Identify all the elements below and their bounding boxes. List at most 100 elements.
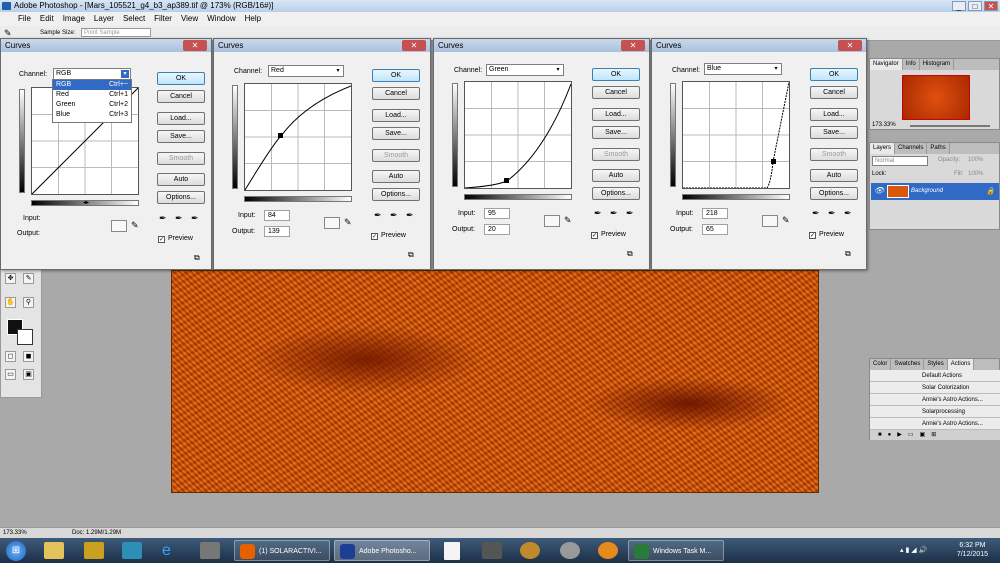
auto-button[interactable]: Auto — [157, 173, 205, 186]
white-eyedropper-icon[interactable]: ✒ — [406, 210, 414, 221]
output-field[interactable]: 65 — [702, 224, 728, 235]
zoom-slider[interactable] — [910, 125, 990, 127]
input-field[interactable]: 84 — [264, 210, 290, 221]
preview-checkbox[interactable]: ✓ — [809, 232, 816, 239]
channel-select[interactable]: Green ▾ — [486, 64, 564, 76]
brush-tool-icon[interactable]: ✎ — [23, 273, 34, 284]
dropdown-item-blue[interactable]: Blue Ctrl+3 — [53, 110, 131, 120]
zoom-tool-icon[interactable]: ⚲ — [23, 297, 34, 308]
move-tool-icon[interactable]: ✥ — [5, 273, 16, 284]
curve-mode-icon[interactable] — [324, 217, 340, 229]
ok-button[interactable]: OK — [157, 72, 205, 85]
dropdown-item-green[interactable]: Green Ctrl+2 — [53, 100, 131, 110]
gray-eyedropper-icon[interactable]: ✒ — [390, 210, 398, 221]
telescope-app-icon[interactable] — [482, 542, 502, 559]
dropdown-item-red[interactable]: Red Ctrl+1 — [53, 90, 131, 100]
taskbar-item-photoshop[interactable]: Adobe Photosho... — [334, 540, 430, 561]
action-set-row[interactable]: Annie's Astro Actions... — [870, 394, 1000, 406]
channel-select[interactable]: Blue ▾ — [704, 63, 782, 75]
options-button[interactable]: Options... — [592, 187, 640, 200]
menu-select[interactable]: Select — [123, 12, 145, 26]
internet-explorer-icon[interactable]: e — [162, 542, 182, 559]
hand-tool-icon[interactable]: ✋ — [5, 297, 16, 308]
menu-window[interactable]: Window — [207, 12, 235, 26]
film-app-icon[interactable] — [200, 542, 220, 559]
gray-eyedropper-icon[interactable]: ✒ — [175, 213, 183, 224]
pencil-icon[interactable]: ✎ — [131, 220, 139, 231]
output-field[interactable]: 20 — [484, 224, 510, 235]
curve-graph[interactable] — [464, 81, 572, 189]
channel-select[interactable]: Red ▾ — [268, 65, 344, 77]
ok-button[interactable]: OK — [592, 68, 640, 81]
background-color-swatch[interactable] — [17, 329, 33, 345]
menu-view[interactable]: View — [181, 12, 198, 26]
pencil-icon[interactable]: ✎ — [564, 215, 572, 226]
action-set-row[interactable]: Solarprocessing — [870, 406, 1000, 418]
save-button[interactable]: Save... — [372, 127, 420, 140]
load-button[interactable]: Load... — [810, 108, 858, 121]
smooth-button[interactable]: Smooth — [810, 148, 858, 161]
smooth-button[interactable]: Smooth — [372, 149, 420, 162]
standard-mode-icon[interactable]: ◼ — [23, 351, 34, 362]
smooth-button[interactable]: Smooth — [157, 152, 205, 165]
auto-button[interactable]: Auto — [592, 169, 640, 182]
tab-paths[interactable]: Paths — [927, 143, 950, 154]
action-set-row[interactable]: Annie's Astro Actions... — [870, 418, 1000, 430]
white-eyedropper-icon[interactable]: ✒ — [626, 208, 634, 219]
screen-mode-icon[interactable]: ▭ — [5, 369, 16, 380]
auto-button[interactable]: Auto — [372, 170, 420, 183]
save-button[interactable]: Save... — [592, 126, 640, 139]
preview-checkbox[interactable]: ✓ — [371, 233, 378, 240]
layer-row-background[interactable]: 👁 Background 🔒 — [871, 183, 999, 200]
explorer-icon[interactable] — [44, 542, 64, 559]
cancel-button[interactable]: Cancel — [157, 90, 205, 103]
load-button[interactable]: Load... — [157, 112, 205, 125]
cancel-button[interactable]: Cancel — [592, 86, 640, 99]
curve-graph[interactable] — [682, 81, 790, 189]
as2-app-icon[interactable] — [84, 542, 104, 559]
actions-toolbar[interactable]: ■●▶▭▣⊞ — [870, 430, 1000, 440]
menu-image[interactable]: Image — [63, 12, 85, 26]
tab-histogram[interactable]: Histogram — [920, 59, 955, 70]
tray-icons[interactable]: ▴ ▮ ◢ 🔊 — [900, 546, 927, 554]
maximize-button[interactable]: □ — [968, 1, 982, 11]
expand-icon[interactable]: ◂▸ — [83, 199, 89, 206]
black-eyedropper-icon[interactable]: ✒ — [594, 208, 602, 219]
tab-info[interactable]: Info — [903, 59, 920, 70]
minimize-button[interactable]: _ — [952, 1, 966, 11]
menu-file[interactable]: File — [18, 12, 31, 26]
close-icon[interactable]: ✕ — [183, 40, 207, 51]
sample-size-select[interactable]: Point Sample — [81, 27, 152, 37]
opacity-value[interactable]: 100% — [968, 157, 983, 163]
menu-help[interactable]: Help — [245, 12, 261, 26]
ok-button[interactable]: OK — [372, 69, 420, 82]
close-icon[interactable]: ✕ — [838, 40, 862, 51]
black-eyedropper-icon[interactable]: ✒ — [374, 210, 382, 221]
quickmask-icon[interactable]: ◻ — [5, 351, 16, 362]
curve-mode-icon[interactable] — [111, 220, 127, 232]
input-field[interactable]: 95 — [484, 208, 510, 219]
options-button[interactable]: Options... — [372, 188, 420, 201]
close-icon[interactable]: ✕ — [621, 40, 645, 51]
document-icon[interactable] — [444, 542, 460, 560]
load-button[interactable]: Load... — [592, 108, 640, 121]
options-button[interactable]: Options... — [810, 187, 858, 200]
taskbar-item-firefox[interactable]: (1) SOLARACTIVI... — [234, 540, 330, 561]
gray-eyedropper-icon[interactable]: ✒ — [610, 208, 618, 219]
eye-icon[interactable]: 👁 — [874, 186, 884, 196]
tab-channels[interactable]: Channels — [895, 143, 928, 154]
output-field[interactable]: 139 — [264, 226, 290, 237]
curve-mode-icon[interactable] — [762, 215, 778, 227]
paint-app-icon[interactable] — [520, 542, 540, 559]
preview-checkbox[interactable]: ✓ — [158, 236, 165, 243]
save-button[interactable]: Save... — [810, 126, 858, 139]
system-clock[interactable]: 6:32 PM 7/12/2015 — [957, 541, 988, 559]
input-field[interactable]: 218 — [702, 208, 728, 219]
tab-styles[interactable]: Styles — [924, 359, 948, 370]
resize-icon[interactable]: ⧉ — [194, 253, 200, 263]
save-button[interactable]: Save... — [157, 130, 205, 143]
smooth-button[interactable]: Smooth — [592, 148, 640, 161]
navigator-thumbnail[interactable] — [902, 75, 970, 120]
white-eyedropper-icon[interactable]: ✒ — [191, 213, 199, 224]
action-set-row[interactable]: Default Actions — [870, 370, 1000, 382]
